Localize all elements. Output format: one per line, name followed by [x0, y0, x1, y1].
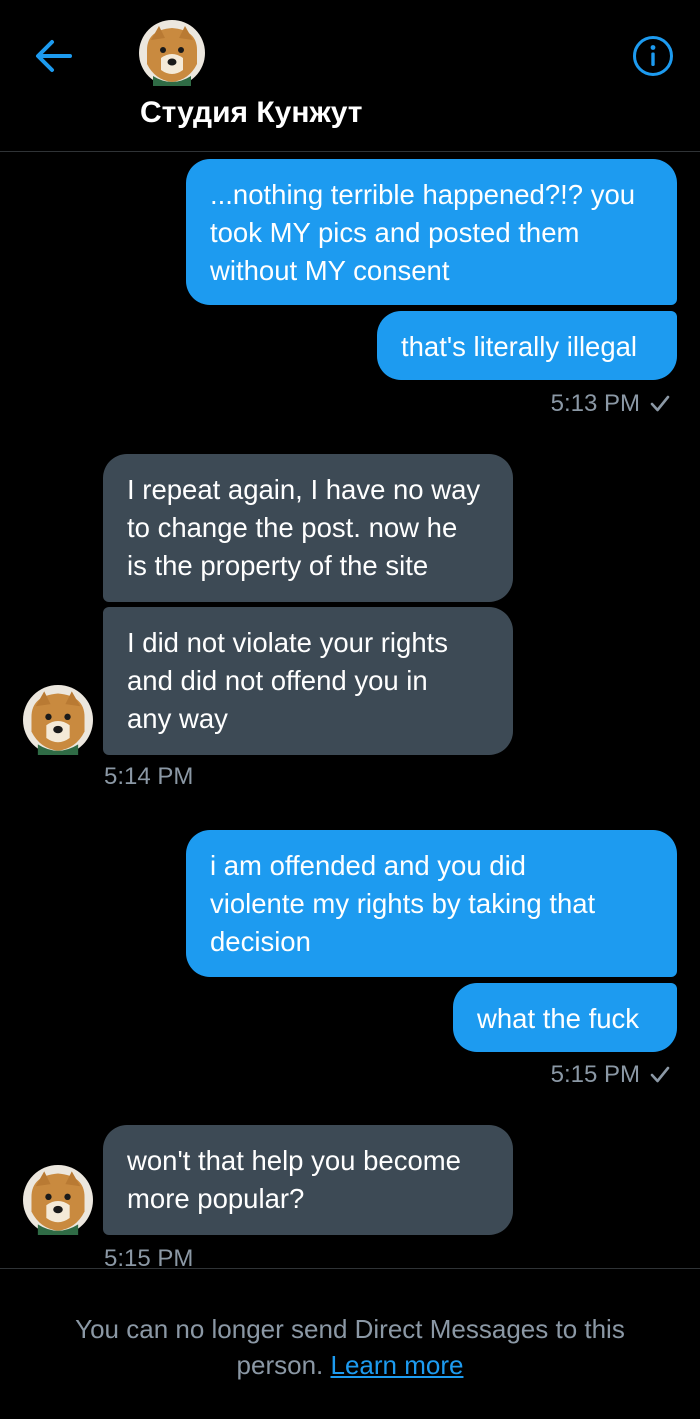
message-bubble-received[interactable]: I repeat again, I have no way to change … [103, 454, 513, 602]
contact-avatar[interactable] [139, 20, 205, 86]
back-button[interactable] [32, 34, 76, 78]
message-timestamp: 5:14 PM [104, 763, 193, 791]
message-text: that's literally illegal [401, 331, 638, 362]
message-text: what the fuck [477, 1003, 640, 1034]
read-checkmark-icon [650, 395, 670, 413]
info-button[interactable] [632, 35, 674, 77]
read-checkmark-icon [650, 1066, 670, 1084]
message-text: I repeat again, I have no way to change … [127, 474, 481, 581]
timestamp-text: 5:13 PM [550, 390, 640, 417]
dog-avatar-icon [139, 20, 205, 86]
message-bubble-received[interactable]: I did not violate your rights and did no… [103, 607, 513, 755]
sender-avatar[interactable] [23, 685, 93, 755]
contact-name: Студия Кунжут [140, 96, 363, 129]
dm-disabled-footer: You can no longer send Direct Messages t… [0, 1268, 700, 1419]
message-timestamp: 5:13 PM [551, 390, 670, 418]
conversation-header: Студия Кунжут [0, 0, 700, 152]
dm-disabled-notice: You can no longer send Direct Messages t… [40, 1311, 660, 1383]
message-bubble-sent[interactable]: what the fuck [453, 983, 677, 1052]
message-text: ...nothing terrible happened?!? you took… [210, 179, 636, 286]
info-circle-icon [633, 36, 673, 76]
learn-more-link[interactable]: Learn more [331, 1350, 464, 1380]
sender-avatar[interactable] [23, 1165, 93, 1235]
message-text: I did not violate your rights and did no… [127, 627, 449, 734]
timestamp-text: 5:14 PM [104, 763, 194, 790]
message-text: i am offended and you did violente my ri… [210, 850, 596, 957]
message-bubble-received[interactable]: won't that help you become more popular? [103, 1125, 513, 1235]
dog-avatar-icon [23, 685, 93, 755]
message-bubble-sent[interactable]: that's literally illegal [377, 311, 677, 380]
message-bubble-sent[interactable]: i am offended and you did violente my ri… [186, 830, 677, 977]
message-text: won't that help you become more popular? [127, 1145, 461, 1214]
timestamp-text: 5:15 PM [550, 1061, 640, 1088]
arrow-left-icon [36, 40, 72, 72]
dog-avatar-icon [23, 1165, 93, 1235]
message-bubble-sent[interactable]: ...nothing terrible happened?!? you took… [186, 159, 677, 305]
message-timestamp: 5:15 PM [551, 1061, 670, 1089]
